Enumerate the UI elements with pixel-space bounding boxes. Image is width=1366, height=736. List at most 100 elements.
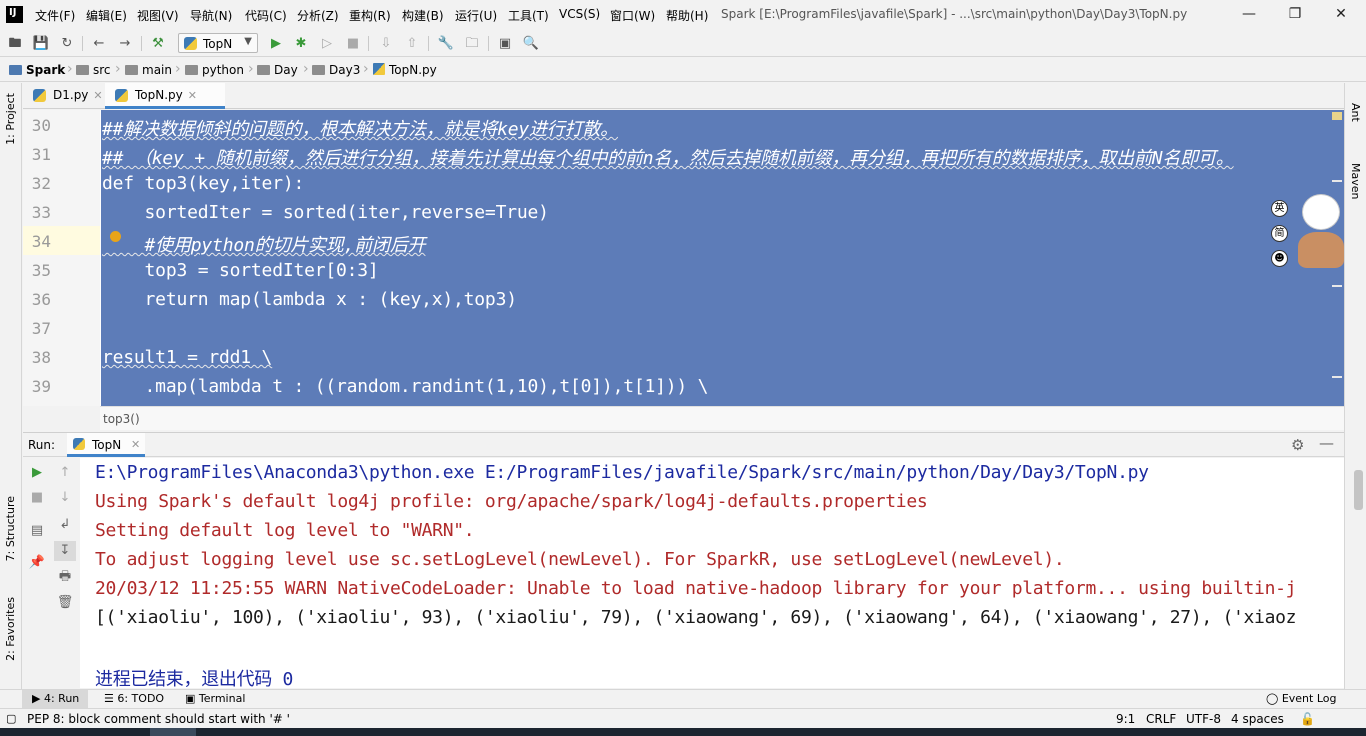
rerun-icon[interactable]: ▶ [26, 463, 48, 483]
python-file-icon [33, 89, 46, 102]
scroll-to-end-icon[interactable]: ↧ [54, 541, 76, 561]
debug-icon[interactable]: ✱ [291, 34, 311, 53]
editor-tab-topn[interactable]: TopN.py ✕ [105, 83, 225, 109]
event-log-button[interactable]: ◯ Event Log [1266, 692, 1336, 705]
settings-gear-icon[interactable]: ⚙ [1291, 436, 1304, 454]
favorites-tool-button[interactable]: 2: Favorites [4, 597, 17, 661]
ime-mode-indicator[interactable]: 简 [1271, 225, 1288, 242]
ime-language-indicator[interactable]: 英 [1271, 200, 1288, 217]
menu-tools[interactable]: 工具(T) [508, 7, 549, 24]
scroll-down-icon[interactable]: ↓ [54, 488, 76, 508]
crumb-day3[interactable]: Day3 [312, 63, 360, 77]
menu-window[interactable]: 窗口(W) [610, 7, 655, 24]
menu-help[interactable]: 帮助(H) [666, 7, 708, 24]
crumb-file[interactable]: TopN.py [373, 63, 437, 77]
run-tool-button[interactable]: ▶ 4: Run [32, 692, 79, 705]
editor-tab-bar: D1.py ✕ TopN.py ✕ [23, 83, 1344, 109]
inspection-ok-icon[interactable] [1332, 112, 1342, 120]
run-panel-label: Run: [28, 438, 56, 452]
mascot-sticker-image [1296, 192, 1344, 276]
caret-position[interactable]: 9:1 [1116, 712, 1135, 726]
taskbar-active-app[interactable] [150, 728, 196, 736]
ime-emoji-icon[interactable]: ☻ [1271, 250, 1288, 267]
console-line: Using Spark's default log4j profile: org… [95, 491, 928, 512]
stop-icon[interactable]: ■ [26, 488, 48, 508]
todo-tool-button[interactable]: ☰ 6: TODO [104, 692, 164, 705]
menu-refactor[interactable]: 重构(R) [349, 7, 391, 24]
indent-setting[interactable]: 4 spaces [1231, 712, 1284, 726]
menu-edit[interactable]: 编辑(E) [86, 7, 127, 24]
settings-wrench-icon[interactable]: 🔧 [436, 34, 456, 53]
layout-icon[interactable]: ▤ [26, 521, 48, 541]
minimize-panel-icon[interactable]: — [1319, 434, 1334, 452]
forward-icon[interactable]: → [115, 34, 135, 53]
editor-tab-d1[interactable]: D1.py ✕ [23, 83, 105, 109]
console-scrollbar[interactable] [1354, 470, 1363, 510]
pin-icon[interactable]: 📌 [26, 553, 48, 573]
main-toolbar: 🖿 💾 ↻ ← → ⚒ TopN ▼ ▶ ✱ ▷ ■ ⇩ ⇧ 🔧 🗀 ▣ 🔍 [0, 30, 1366, 57]
menu-view[interactable]: 视图(V) [137, 7, 179, 24]
folder-icon [312, 65, 325, 75]
run-panel-tools: ▶ ↑ ■ ↓ ↲ ▤ ↧ 📌 🖶 🗑 [23, 458, 80, 688]
menu-file[interactable]: 文件(F) [35, 7, 75, 24]
coverage-icon[interactable]: ▷ [317, 34, 337, 53]
status-toggle-icon[interactable]: ▢ [6, 712, 16, 725]
stop-icon[interactable]: ■ [343, 34, 363, 53]
close-tab-icon[interactable]: ✕ [93, 89, 102, 102]
terminal-window-icon[interactable]: ▣ [495, 34, 515, 53]
crumb-python[interactable]: python [185, 63, 244, 77]
build-hammer-icon[interactable]: ⚒ [148, 34, 168, 53]
run-tab-topn[interactable]: TopN ✕ [67, 433, 145, 457]
menu-analyze[interactable]: 分析(Z) [297, 7, 339, 24]
trash-icon[interactable]: 🗑 [54, 593, 76, 613]
run-configuration-select[interactable]: TopN ▼ [178, 33, 258, 53]
update-project-icon[interactable]: ⇩ [376, 34, 396, 53]
soft-wrap-icon[interactable]: ↲ [54, 515, 76, 535]
crumb-src[interactable]: src [76, 63, 111, 77]
close-button[interactable]: ✕ [1318, 2, 1364, 26]
minimize-button[interactable]: — [1226, 2, 1272, 26]
ant-tool-button[interactable]: Ant [1349, 103, 1362, 122]
lightbulb-icon[interactable] [110, 231, 121, 242]
menu-run[interactable]: 运行(U) [455, 7, 497, 24]
save-icon[interactable]: 💾 [31, 34, 51, 53]
line-number: 31 [31, 145, 51, 164]
line-number: 39 [31, 377, 51, 396]
console-output: E:\ProgramFiles\Anaconda3\python.exe E:/… [80, 458, 1344, 688]
python-icon [184, 37, 197, 50]
maximize-button[interactable]: ❐ [1272, 2, 1318, 26]
code-line: result1 = rdd1 \ [102, 347, 273, 368]
search-icon[interactable]: 🔍 [521, 34, 541, 53]
sync-icon[interactable]: ↻ [57, 34, 77, 53]
print-icon[interactable]: 🖶 [54, 567, 76, 587]
project-structure-icon[interactable]: 🗀 [462, 34, 482, 53]
console-line: Setting default log level to "WARN". [95, 520, 475, 541]
menu-vcs[interactable]: VCS(S) [559, 7, 600, 21]
crumb-main[interactable]: main [125, 63, 172, 77]
crumb-project[interactable]: Spark [9, 63, 65, 77]
menu-navigate[interactable]: 导航(N) [190, 7, 232, 24]
function-crumb[interactable]: top3() [103, 412, 140, 426]
status-message: PEP 8: block comment should start with '… [27, 712, 290, 726]
maven-tool-button[interactable]: Maven [1349, 163, 1362, 199]
close-tab-icon[interactable]: ✕ [131, 438, 140, 451]
file-encoding[interactable]: UTF-8 [1186, 712, 1221, 726]
close-tab-icon[interactable]: ✕ [188, 89, 197, 102]
project-tool-button[interactable]: 1: Project [4, 93, 17, 145]
os-taskbar [0, 728, 1366, 736]
back-icon[interactable]: ← [89, 34, 109, 53]
scroll-up-icon[interactable]: ↑ [54, 463, 76, 483]
navigation-breadcrumb: Spark › src › main › python › Day › Day3… [0, 58, 1366, 82]
run-icon[interactable]: ▶ [266, 34, 286, 53]
line-separator[interactable]: CRLF [1146, 712, 1176, 726]
structure-tool-button[interactable]: 7: Structure [4, 496, 17, 561]
commit-icon[interactable]: ⇧ [402, 34, 422, 53]
window-title: Spark [E:\ProgramFiles\javafile\Spark] -… [721, 7, 1188, 21]
terminal-tool-button[interactable]: ▣ Terminal [185, 692, 245, 705]
crumb-day[interactable]: Day [257, 63, 298, 77]
menu-code[interactable]: 代码(C) [245, 7, 287, 24]
open-folder-icon[interactable]: 🖿 [5, 34, 25, 53]
lock-icon[interactable]: 🔓 [1300, 712, 1315, 726]
menu-build[interactable]: 构建(B) [402, 7, 444, 24]
code-line: def top3(key,iter): [102, 173, 305, 194]
